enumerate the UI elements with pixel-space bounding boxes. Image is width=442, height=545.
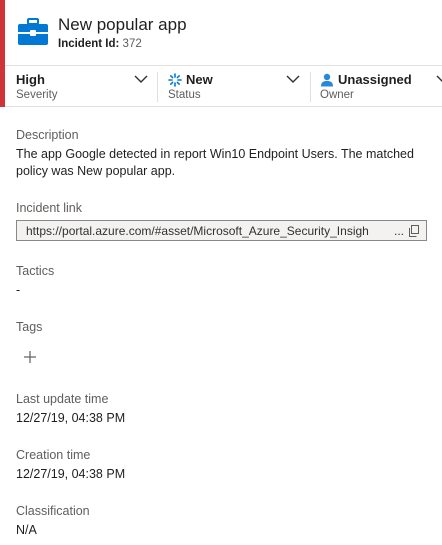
owner-value: Unassigned xyxy=(338,72,412,87)
classification-value: N/A xyxy=(16,523,37,537)
dropdown-separator xyxy=(157,72,158,102)
status-value: New xyxy=(186,72,213,87)
severity-label: Severity xyxy=(16,89,58,101)
owner-dropdown[interactable]: Unassigned Owner xyxy=(320,72,442,104)
incident-link-box[interactable]: https://portal.azure.com/#asset/Microsof… xyxy=(16,220,427,241)
chevron-down-icon xyxy=(134,75,148,83)
incident-id-value: 372 xyxy=(122,38,142,50)
last-update-label: Last update time xyxy=(16,392,109,406)
incident-link-field: Incident link xyxy=(16,201,431,215)
incident-header: New popular app Incident Id: 372 xyxy=(17,14,437,54)
severity-value: High xyxy=(16,72,45,87)
chevron-down-icon xyxy=(286,75,300,83)
status-label: Status xyxy=(168,89,201,101)
tags-label: Tags xyxy=(16,320,43,334)
classification-field: Classification N/A xyxy=(16,504,431,539)
tactics-value: - xyxy=(16,283,21,297)
person-icon xyxy=(321,73,333,87)
incident-id: Incident Id: 372 xyxy=(58,38,142,50)
incident-id-label: Incident Id: xyxy=(58,38,120,50)
tags-field: Tags xyxy=(16,320,431,334)
dropdown-separator xyxy=(310,72,311,102)
owner-label: Owner xyxy=(320,89,354,101)
description-label: Description xyxy=(16,128,79,142)
creation-field: Creation time 12/27/19, 04:38 PM xyxy=(16,448,431,483)
plus-icon[interactable] xyxy=(22,349,38,365)
creation-value: 12/27/19, 04:38 PM xyxy=(16,467,126,481)
creation-label: Creation time xyxy=(16,448,91,462)
briefcase-icon xyxy=(18,18,48,45)
tactics-label: Tactics xyxy=(16,264,55,278)
status-dropdown[interactable]: New Status xyxy=(168,72,308,104)
incident-link-ellipsis: ... xyxy=(394,224,405,238)
severity-accent-bar xyxy=(0,0,5,107)
incident-title: New popular app xyxy=(58,15,187,34)
spinner-icon xyxy=(168,73,182,87)
classification-label: Classification xyxy=(16,504,90,518)
incident-link-value[interactable]: https://portal.azure.com/#asset/Microsof… xyxy=(26,224,394,238)
description-field: Description The app Google detected in r… xyxy=(16,128,431,180)
last-update-value: 12/27/19, 04:38 PM xyxy=(16,411,126,425)
last-update-field: Last update time 12/27/19, 04:38 PM xyxy=(16,392,431,427)
incident-link-label: Incident link xyxy=(16,201,83,215)
copy-icon[interactable] xyxy=(408,225,420,237)
severity-dropdown[interactable]: High Severity xyxy=(16,72,151,104)
divider xyxy=(5,106,442,107)
chevron-down-icon xyxy=(436,75,442,82)
description-value: The app Google detected in report Win10 … xyxy=(16,147,414,178)
tactics-field: Tactics - xyxy=(16,264,431,299)
divider xyxy=(5,65,442,66)
